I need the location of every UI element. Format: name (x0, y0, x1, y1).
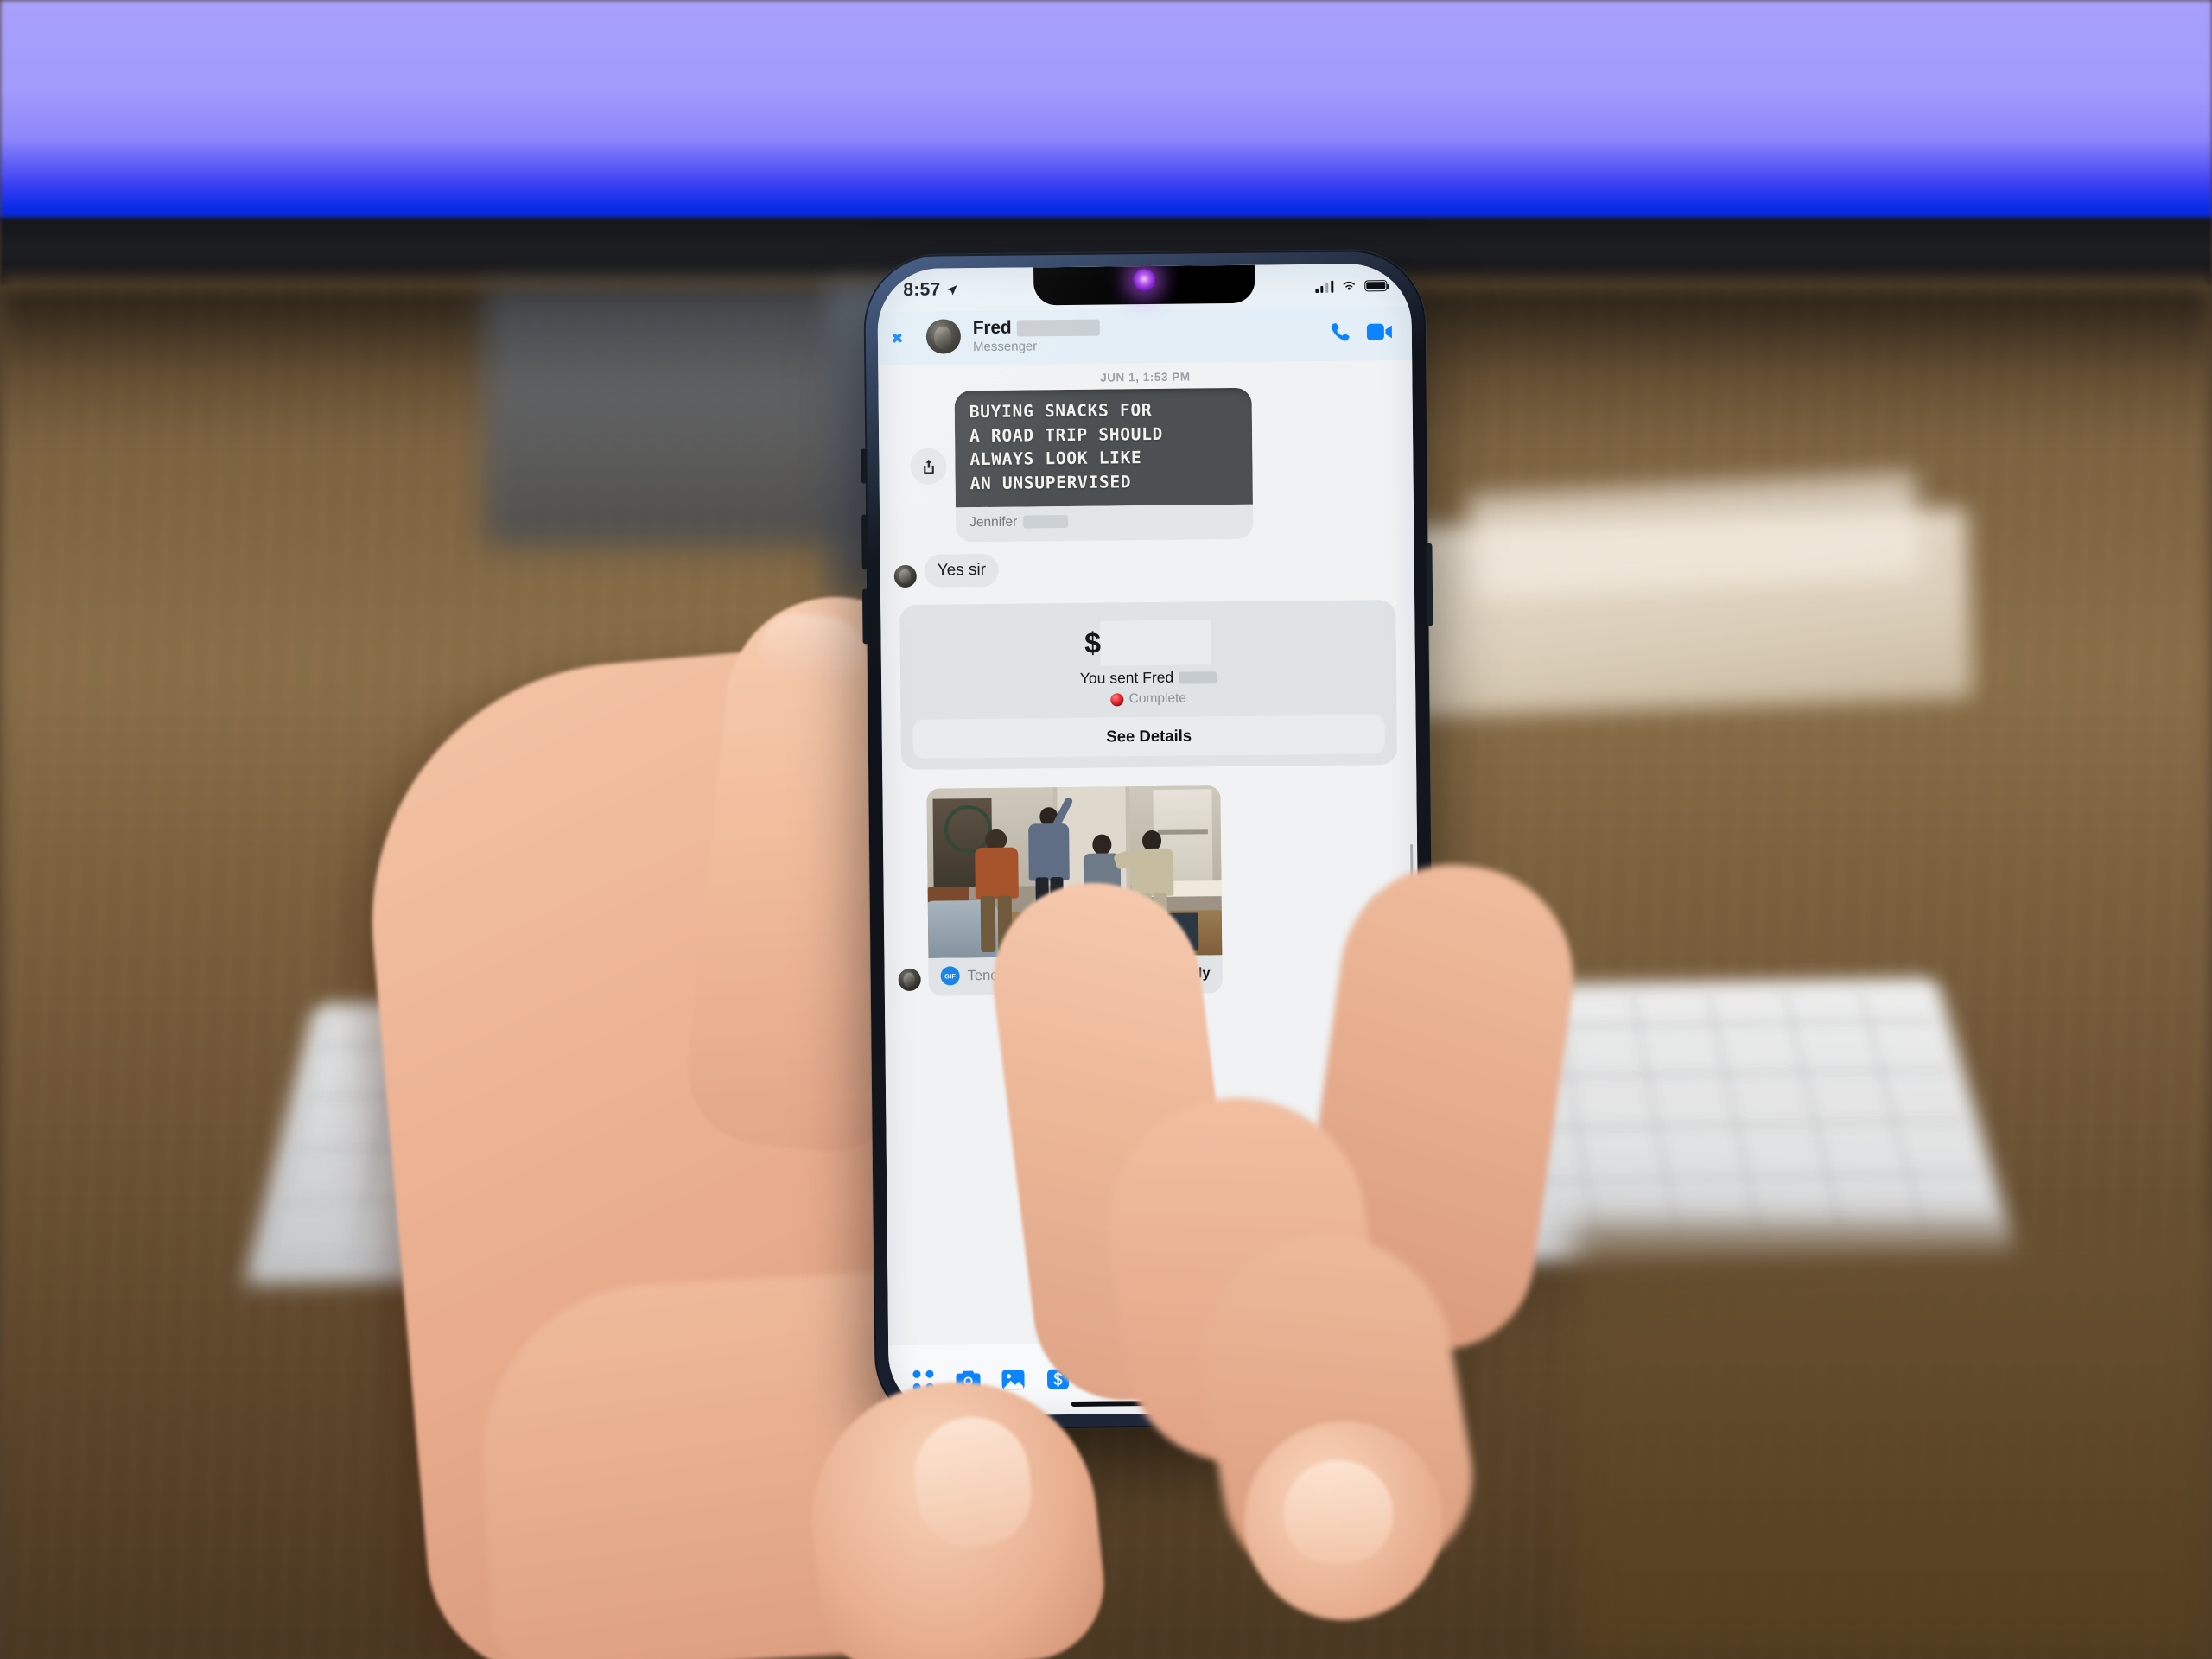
location-arrow-icon (947, 284, 957, 295)
meme-caption: Jennifer (955, 504, 1254, 542)
meme-line-1: BUYING SNACKS FOR (969, 399, 1153, 423)
status-indicators (1315, 279, 1388, 293)
message-row-meme: BUYING SNACKS FOR A ROAD TRIP SHOULD ALW… (879, 386, 1414, 543)
power-button[interactable] (1426, 543, 1433, 626)
meme-caption-redaction (1023, 515, 1069, 529)
meme-line-4: AN UNSUPERVISED (969, 472, 1132, 494)
status-time: 8:57 (903, 279, 941, 300)
meme-card[interactable]: BUYING SNACKS FOR A ROAD TRIP SHOULD ALW… (954, 387, 1254, 542)
chat-header: Fred Messenger (877, 306, 1413, 366)
wifi-icon (1343, 281, 1355, 290)
payment-amount-redaction (1100, 620, 1212, 667)
volume-down-button[interactable] (861, 588, 869, 645)
gif-source-badge: GIF (940, 966, 960, 987)
contact-name: Fred (972, 317, 1012, 339)
payment-sent-label-row: You sent Fred (912, 667, 1384, 690)
payment-recipient-redaction (1179, 671, 1217, 684)
payment-status-row: Complete (912, 690, 1384, 710)
video-call-icon[interactable] (1366, 322, 1393, 341)
battery-full-icon (1364, 279, 1388, 291)
sender-avatar[interactable] (893, 565, 917, 588)
contact-lastname-redaction (1016, 319, 1100, 337)
payment-amount-row: $ (912, 618, 1384, 670)
meme-line-3: ALWAYS LOOK LIKE (969, 448, 1142, 470)
back-chevron-icon[interactable] (892, 325, 916, 349)
message-bubble[interactable]: Yes sir (924, 553, 1000, 588)
display-notch (1033, 264, 1255, 306)
status-badge (1110, 693, 1124, 707)
contact-info: Fred Messenger (971, 315, 1318, 354)
meme-caption-name: Jennifer (969, 514, 1018, 530)
message-row-text: Yes sir (880, 537, 1414, 588)
thumbnail (1284, 1460, 1393, 1564)
see-details-button[interactable]: See Details (912, 715, 1385, 760)
meme-message-group: BUYING SNACKS FOR A ROAD TRIP SHOULD ALW… (910, 387, 1254, 543)
silent-switch[interactable] (861, 448, 868, 484)
payment-status-text: Complete (1128, 691, 1187, 707)
volume-up-button[interactable] (861, 514, 868, 570)
status-time-group: 8:57 (903, 279, 958, 301)
sender-avatar[interactable] (898, 969, 921, 992)
front-camera-icon (1133, 268, 1156, 292)
payment-card[interactable]: $ You sent Fred Complete See Details (899, 600, 1398, 771)
meme-line-2: A ROAD TRIP SHOULD (969, 423, 1164, 446)
contact-avatar[interactable] (925, 319, 962, 354)
phone-call-icon[interactable] (1328, 321, 1352, 345)
contact-name-row: Fred (973, 315, 1318, 339)
payment-sent-label: You sent Fred (1079, 669, 1174, 688)
cellular-signal-icon (1315, 279, 1334, 293)
share-icon[interactable] (910, 448, 947, 486)
contact-subtitle: Messenger (972, 339, 1038, 355)
currency-symbol: $ (1084, 627, 1102, 661)
meme-image: BUYING SNACKS FOR A ROAD TRIP SHOULD ALW… (954, 387, 1253, 507)
header-actions (1328, 320, 1393, 345)
